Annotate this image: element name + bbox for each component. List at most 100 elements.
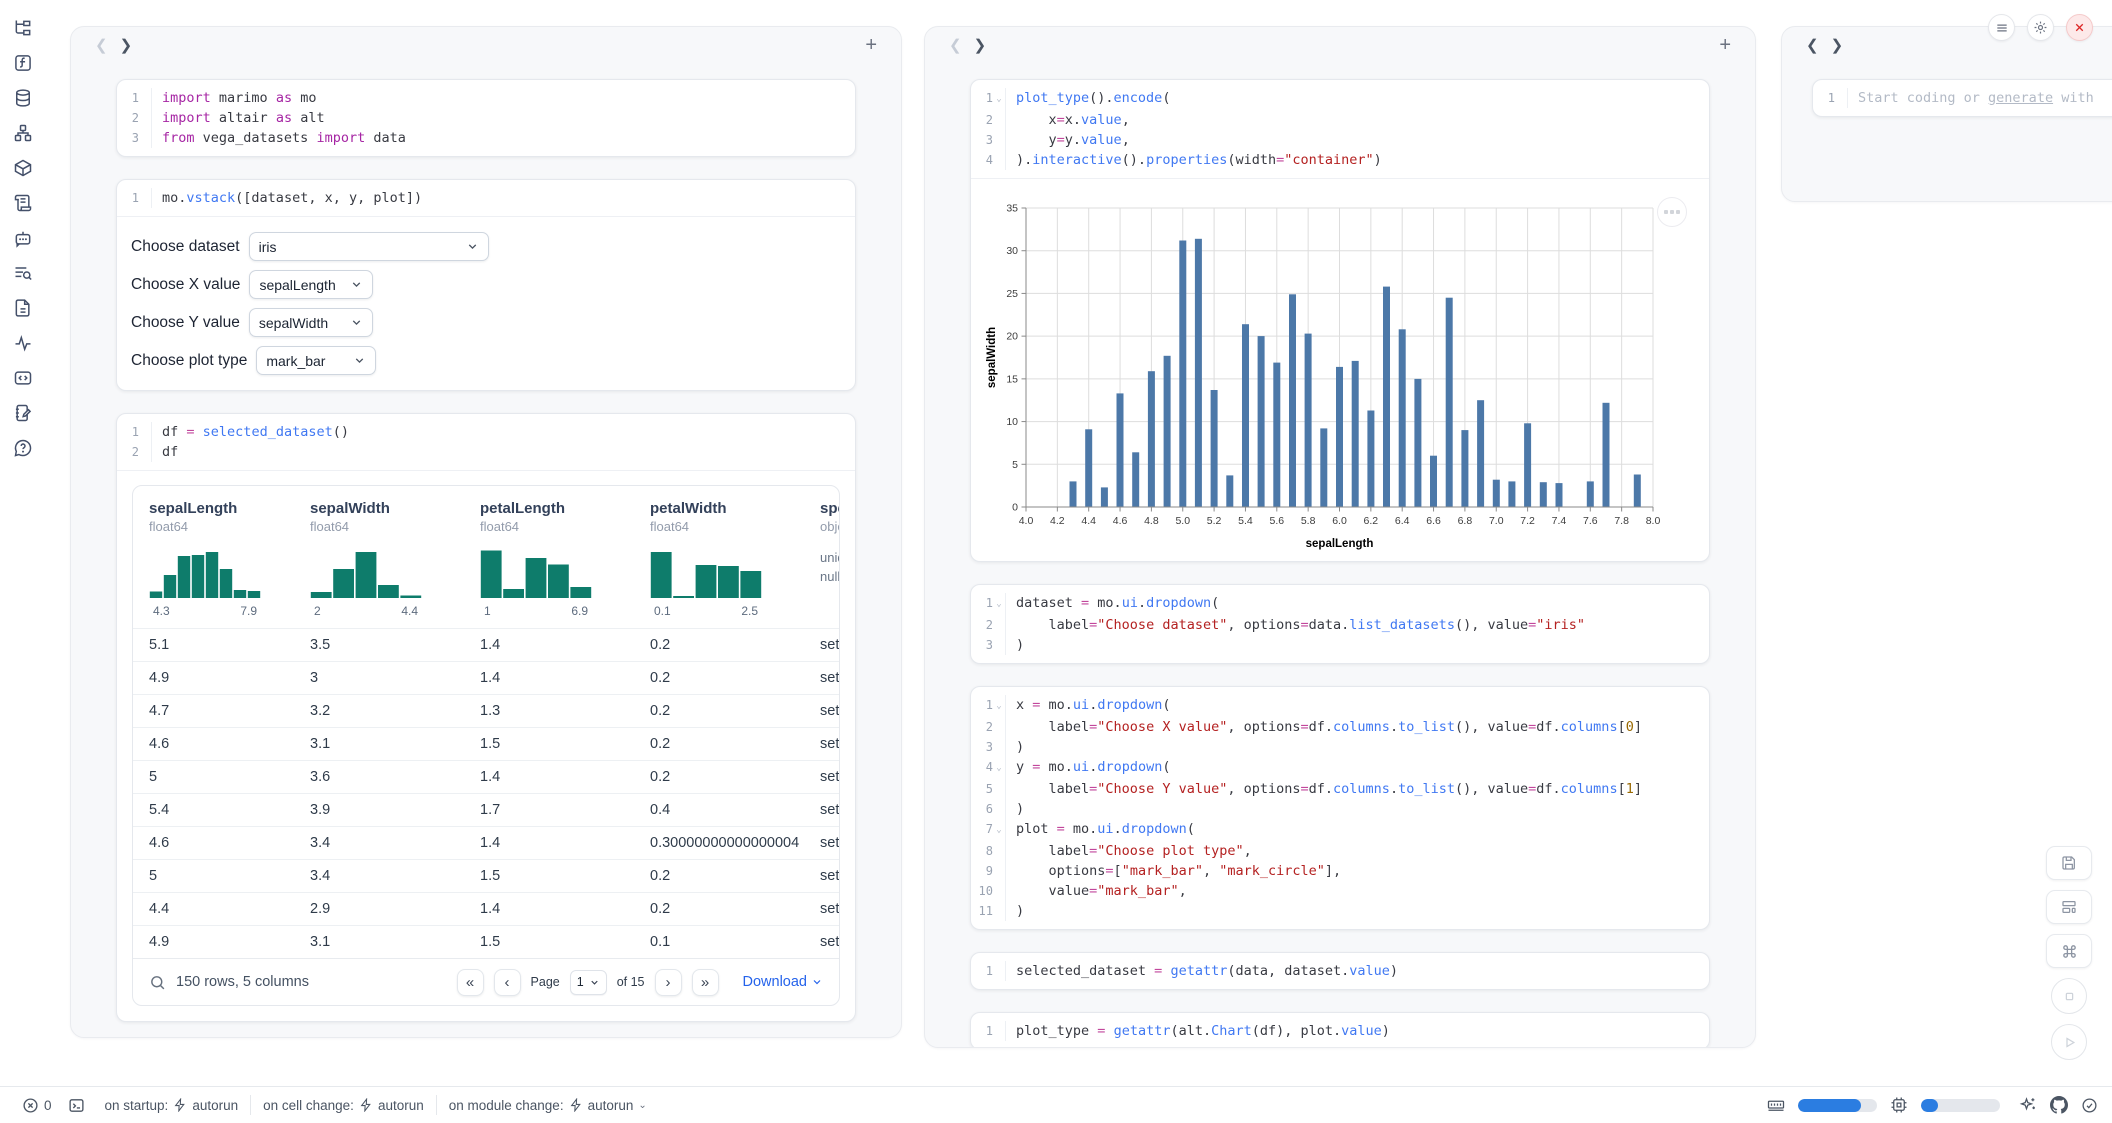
table-row[interactable]: 4.63.11.50.2setos	[133, 727, 839, 760]
line-number: 1	[971, 695, 993, 717]
column-histogram[interactable]	[149, 548, 261, 598]
packages-icon[interactable]	[13, 158, 33, 178]
keyboard-shortcuts-button[interactable]	[2046, 934, 2092, 968]
code-text: import marimo as mo	[152, 88, 316, 108]
first-page-button[interactable]: «	[457, 969, 484, 996]
ai-sparkles-icon[interactable]	[2019, 1096, 2037, 1114]
column-histogram[interactable]	[480, 548, 592, 598]
histogram-max: 7.9	[240, 604, 257, 618]
connection-status-icon[interactable]	[2081, 1097, 2098, 1114]
code-editor[interactable]: 1⌄x = mo.ui.dropdown(2 label="Choose X v…	[971, 687, 1709, 929]
terminal-button[interactable]	[60, 1097, 93, 1114]
run-button[interactable]	[2051, 1024, 2087, 1060]
column-left-arrow[interactable]: ❮	[89, 36, 114, 54]
table-cell: 1.4	[480, 835, 650, 851]
add-cell-button[interactable]: +	[1713, 34, 1737, 56]
code-text: y=y.value,	[1006, 130, 1130, 150]
code-editor[interactable]: 1⌄dataset = mo.ui.dropdown(2 label="Choo…	[971, 585, 1709, 663]
dependency-graph-icon[interactable]	[13, 123, 33, 143]
add-cell-button[interactable]: +	[859, 34, 883, 56]
column-name[interactable]: sepalWidth	[310, 500, 480, 517]
zap-icon	[173, 1098, 187, 1112]
stop-button[interactable]	[2051, 978, 2087, 1014]
code-line: 11)	[971, 901, 1709, 921]
fold-chevron-icon[interactable]: ⌄	[993, 88, 1005, 110]
table-row[interactable]: 5.43.91.70.4setos	[133, 793, 839, 826]
table-cell: setos	[820, 868, 840, 884]
table-row[interactable]: 53.61.40.2setos	[133, 760, 839, 793]
last-page-button[interactable]: »	[692, 969, 719, 996]
table-cell: 0.2	[650, 736, 820, 752]
fold-chevron-icon[interactable]: ⌄	[993, 695, 1005, 717]
code-editor[interactable]: 1df = selected_dataset()2df	[117, 414, 855, 470]
code-editor[interactable]: 1⌄plot_type().encode(2 x=x.value,3 y=y.v…	[971, 80, 1709, 178]
plot-type-select[interactable]: mark_bar	[256, 346, 376, 375]
settings-button[interactable]	[2027, 14, 2054, 41]
column-histogram[interactable]	[650, 548, 762, 598]
column-right-arrow[interactable]: ❯	[968, 36, 993, 54]
code-editor[interactable]: 1mo.vstack([dataset, x, y, plot])	[117, 180, 855, 216]
table-cell: 1.5	[480, 868, 650, 884]
snippets-icon[interactable]	[13, 368, 33, 388]
table-row[interactable]: 4.931.40.2setos	[133, 661, 839, 694]
svg-text:7.6: 7.6	[1583, 515, 1598, 527]
line-gutter: 3	[971, 635, 1006, 655]
dataset-select[interactable]: iris	[249, 232, 489, 261]
prev-page-button[interactable]: ‹	[494, 969, 521, 996]
database-icon[interactable]	[13, 88, 33, 108]
selected-value: mark_bar	[266, 353, 325, 369]
file-tree-icon[interactable]	[13, 18, 33, 38]
cpu-usage-bar	[1921, 1099, 2000, 1112]
code-editor[interactable]: 1selected_dataset = getattr(data, datase…	[971, 953, 1709, 989]
table-cell: setos	[820, 835, 840, 851]
line-number: 1	[971, 1021, 993, 1041]
on-startup-setting[interactable]: on startup: autorun	[93, 1098, 251, 1113]
ai-chat-icon[interactable]	[13, 228, 33, 248]
table-row[interactable]: 4.93.11.50.1setos	[133, 925, 839, 958]
on-cell-change-setting[interactable]: on cell change: autorun	[251, 1098, 436, 1113]
column-name[interactable]: speci	[820, 500, 840, 517]
menu-button[interactable]	[1988, 14, 2015, 41]
next-page-button[interactable]: ›	[655, 969, 682, 996]
documentation-icon[interactable]	[13, 298, 33, 318]
code-editor[interactable]: 1plot_type = getattr(alt.Chart(df), plot…	[971, 1013, 1709, 1048]
github-icon[interactable]	[2050, 1096, 2068, 1114]
column-histogram[interactable]	[310, 548, 422, 598]
column-left-arrow[interactable]: ❮	[1800, 36, 1825, 54]
fold-chevron-icon[interactable]: ⌄	[993, 593, 1005, 615]
column-left-arrow[interactable]: ❮	[943, 36, 968, 54]
outline-search-icon[interactable]	[13, 263, 33, 283]
page-select[interactable]: 1	[570, 970, 607, 995]
table-row[interactable]: 4.63.41.40.30000000000000004setos	[133, 826, 839, 859]
code-editor[interactable]: 1Start coding or generate with	[1813, 80, 2112, 116]
table-row[interactable]: 5.13.51.40.2setos	[133, 628, 839, 661]
y-value-select[interactable]: sepalWidth	[249, 308, 373, 337]
column-name[interactable]: petalLength	[480, 500, 650, 517]
table-row[interactable]: 4.73.21.30.2setos	[133, 694, 839, 727]
column-name[interactable]: petalWidth	[650, 500, 820, 517]
save-button[interactable]	[2046, 846, 2092, 880]
fold-chevron-icon[interactable]: ⌄	[993, 757, 1005, 779]
line-number: 5	[971, 779, 993, 799]
tracing-icon[interactable]	[13, 333, 33, 353]
table-row[interactable]: 53.41.50.2setos	[133, 859, 839, 892]
error-indicator[interactable]: 0	[14, 1097, 60, 1114]
column-name[interactable]: sepalLength	[149, 500, 310, 517]
x-value-select[interactable]: sepalLength	[249, 270, 373, 299]
download-button[interactable]: Download	[743, 974, 824, 990]
column-right-arrow[interactable]: ❯	[1825, 36, 1850, 54]
bar-chart[interactable]: 4.04.24.44.64.85.05.25.45.65.86.06.26.46…	[971, 179, 1709, 561]
chart-options-button[interactable]	[1657, 197, 1687, 227]
scratchpad-icon[interactable]	[13, 403, 33, 423]
on-module-change-setting[interactable]: on module change: autorun ⌄	[437, 1098, 659, 1113]
table-row[interactable]: 4.42.91.40.2setos	[133, 892, 839, 925]
column-right-arrow[interactable]: ❯	[114, 36, 139, 54]
layout-button[interactable]	[2046, 890, 2092, 924]
search-icon[interactable]	[149, 974, 166, 991]
help-icon[interactable]	[13, 438, 33, 458]
logs-icon[interactable]	[13, 193, 33, 213]
fold-chevron-icon[interactable]: ⌄	[993, 819, 1005, 841]
functions-icon[interactable]	[13, 53, 33, 73]
shutdown-button[interactable]	[2066, 14, 2093, 41]
code-editor[interactable]: 1import marimo as mo2import altair as al…	[117, 80, 855, 156]
